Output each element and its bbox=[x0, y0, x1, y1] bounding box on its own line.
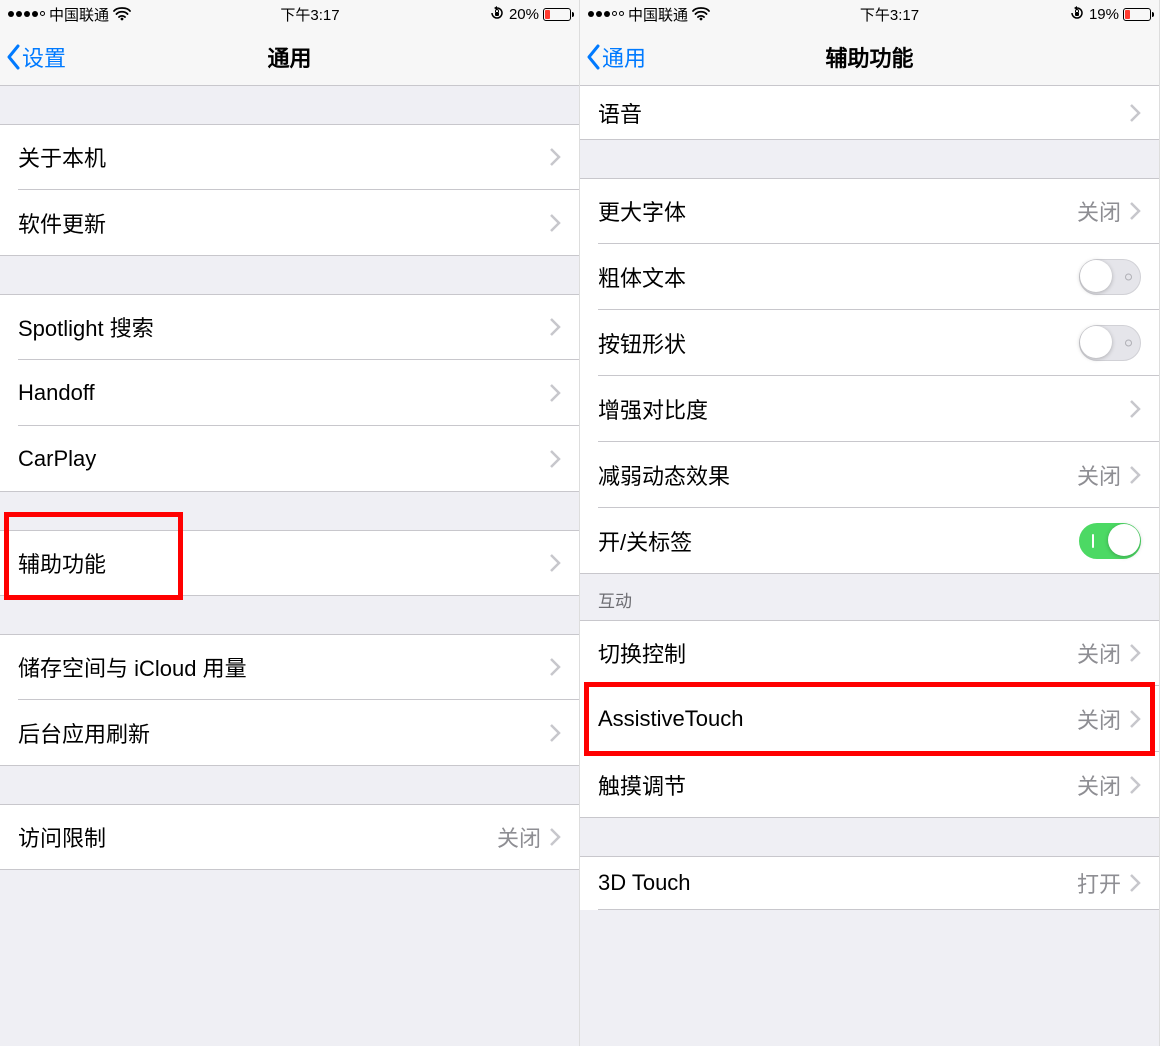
row-restrictions[interactable]: 访问限制 关闭 bbox=[0, 804, 579, 870]
chevron-right-icon bbox=[1129, 465, 1141, 485]
highlight-assistivetouch bbox=[586, 684, 1153, 754]
wifi-icon bbox=[692, 7, 710, 21]
back-label: 通用 bbox=[602, 41, 646, 73]
rotation-lock-icon bbox=[1069, 6, 1085, 22]
row-label: 后台应用刷新 bbox=[18, 717, 150, 749]
row-label: 访问限制 bbox=[18, 821, 106, 853]
status-right: 20% bbox=[489, 6, 571, 23]
chevron-right-icon bbox=[1129, 873, 1141, 893]
battery-fill bbox=[545, 10, 550, 19]
chevron-right-icon bbox=[1129, 775, 1141, 795]
row-reduce-motion[interactable]: 减弱动态效果 关闭 bbox=[580, 442, 1159, 508]
chevron-right-icon bbox=[549, 723, 561, 743]
chevron-right-icon bbox=[549, 827, 561, 847]
row-voice[interactable]: 语音 bbox=[580, 86, 1159, 140]
row-label: 减弱动态效果 bbox=[598, 459, 730, 491]
row-label: 触摸调节 bbox=[598, 769, 686, 801]
row-carplay[interactable]: CarPlay bbox=[0, 426, 579, 492]
row-label: 3D Touch bbox=[598, 870, 691, 896]
battery-icon bbox=[543, 8, 571, 21]
row-value: 关闭 bbox=[1077, 459, 1121, 491]
status-left: 中国联通 bbox=[8, 4, 131, 25]
row-value: 关闭 bbox=[497, 821, 541, 853]
nav-bar: 设置 通用 bbox=[0, 28, 579, 86]
row-label: 切换控制 bbox=[598, 637, 686, 669]
row-value: 关闭 bbox=[1077, 769, 1121, 801]
row-label: 开/关标签 bbox=[598, 525, 692, 557]
chevron-right-icon bbox=[549, 213, 561, 233]
row-value: 打开 bbox=[1077, 867, 1121, 899]
back-button[interactable]: 通用 bbox=[580, 41, 646, 73]
row-software-update[interactable]: 软件更新 bbox=[0, 190, 579, 256]
row-label: 语音 bbox=[598, 97, 642, 129]
status-bar: 中国联通 下午3:17 19% bbox=[580, 0, 1159, 28]
chevron-right-icon bbox=[1129, 201, 1141, 221]
chevron-right-icon bbox=[549, 553, 561, 573]
row-label: 更大字体 bbox=[598, 195, 686, 227]
row-spotlight[interactable]: Spotlight 搜索 bbox=[0, 294, 579, 360]
row-bold-text[interactable]: 粗体文本 bbox=[580, 244, 1159, 310]
content[interactable]: 关于本机 软件更新 Spotlight 搜索 Handoff CarPlay 辅… bbox=[0, 86, 579, 1046]
row-label: 关于本机 bbox=[18, 141, 106, 173]
battery-icon bbox=[1123, 8, 1151, 21]
status-left: 中国联通 bbox=[588, 4, 710, 25]
battery-pct-label: 20% bbox=[509, 6, 539, 23]
on-off-labels-toggle[interactable] bbox=[1079, 523, 1141, 559]
row-increase-contrast[interactable]: 增强对比度 bbox=[580, 376, 1159, 442]
row-storage-icloud[interactable]: 储存空间与 iCloud 用量 bbox=[0, 634, 579, 700]
row-3d-touch[interactable]: 3D Touch 打开 bbox=[580, 856, 1159, 910]
status-right: 19% bbox=[1069, 6, 1151, 23]
signal-dots-icon bbox=[8, 11, 45, 17]
row-background-refresh[interactable]: 后台应用刷新 bbox=[0, 700, 579, 766]
row-label: Spotlight 搜索 bbox=[18, 311, 154, 343]
carrier-label: 中国联通 bbox=[49, 4, 109, 25]
battery-pct-label: 19% bbox=[1089, 6, 1119, 23]
right-phone: 中国联通 下午3:17 19% 通用 辅助功能 语音 bbox=[580, 0, 1160, 1046]
time-label: 下午3:17 bbox=[280, 4, 339, 25]
row-switch-control[interactable]: 切换控制 关闭 bbox=[580, 620, 1159, 686]
row-label: Handoff bbox=[18, 380, 95, 406]
chevron-right-icon bbox=[1129, 643, 1141, 663]
left-phone: 中国联通 下午3:17 20% 设置 通用 关于本机 bbox=[0, 0, 580, 1046]
back-button[interactable]: 设置 bbox=[0, 41, 66, 73]
bold-text-toggle[interactable] bbox=[1079, 259, 1141, 295]
row-on-off-labels[interactable]: 开/关标签 bbox=[580, 508, 1159, 574]
content[interactable]: 语音 更大字体 关闭 粗体文本 按钮形状 增强对比度 减弱动态效果 关闭 bbox=[580, 86, 1159, 1046]
time-label: 下午3:17 bbox=[860, 4, 919, 25]
row-handoff[interactable]: Handoff bbox=[0, 360, 579, 426]
chevron-right-icon bbox=[549, 147, 561, 167]
button-shapes-toggle[interactable] bbox=[1079, 325, 1141, 361]
row-label: 按钮形状 bbox=[598, 327, 686, 359]
back-label: 设置 bbox=[22, 41, 66, 73]
highlight-accessibility bbox=[6, 514, 181, 598]
row-button-shapes[interactable]: 按钮形状 bbox=[580, 310, 1159, 376]
chevron-right-icon bbox=[549, 657, 561, 677]
battery-fill bbox=[1125, 10, 1130, 19]
chevron-right-icon bbox=[1129, 399, 1141, 419]
chevron-right-icon bbox=[549, 317, 561, 337]
row-larger-text[interactable]: 更大字体 关闭 bbox=[580, 178, 1159, 244]
row-label: CarPlay bbox=[18, 446, 96, 472]
rotation-lock-icon bbox=[489, 6, 505, 22]
nav-bar: 通用 辅助功能 bbox=[580, 28, 1159, 86]
chevron-right-icon bbox=[1129, 103, 1141, 123]
page-title: 通用 bbox=[267, 41, 311, 73]
wifi-icon bbox=[113, 7, 131, 21]
signal-dots-icon bbox=[588, 11, 624, 17]
chevron-right-icon bbox=[549, 383, 561, 403]
chevron-right-icon bbox=[549, 449, 561, 469]
row-about[interactable]: 关于本机 bbox=[0, 124, 579, 190]
carrier-label: 中国联通 bbox=[628, 4, 688, 25]
section-header-interactive: 互动 bbox=[580, 574, 1159, 620]
row-label: 粗体文本 bbox=[598, 261, 686, 293]
row-value: 关闭 bbox=[1077, 637, 1121, 669]
page-title: 辅助功能 bbox=[825, 41, 913, 73]
row-label: 储存空间与 iCloud 用量 bbox=[18, 651, 247, 683]
status-bar: 中国联通 下午3:17 20% bbox=[0, 0, 579, 28]
row-label: 增强对比度 bbox=[598, 393, 708, 425]
row-value: 关闭 bbox=[1077, 195, 1121, 227]
row-touch-accommodations[interactable]: 触摸调节 关闭 bbox=[580, 752, 1159, 818]
row-label: 软件更新 bbox=[18, 207, 106, 239]
